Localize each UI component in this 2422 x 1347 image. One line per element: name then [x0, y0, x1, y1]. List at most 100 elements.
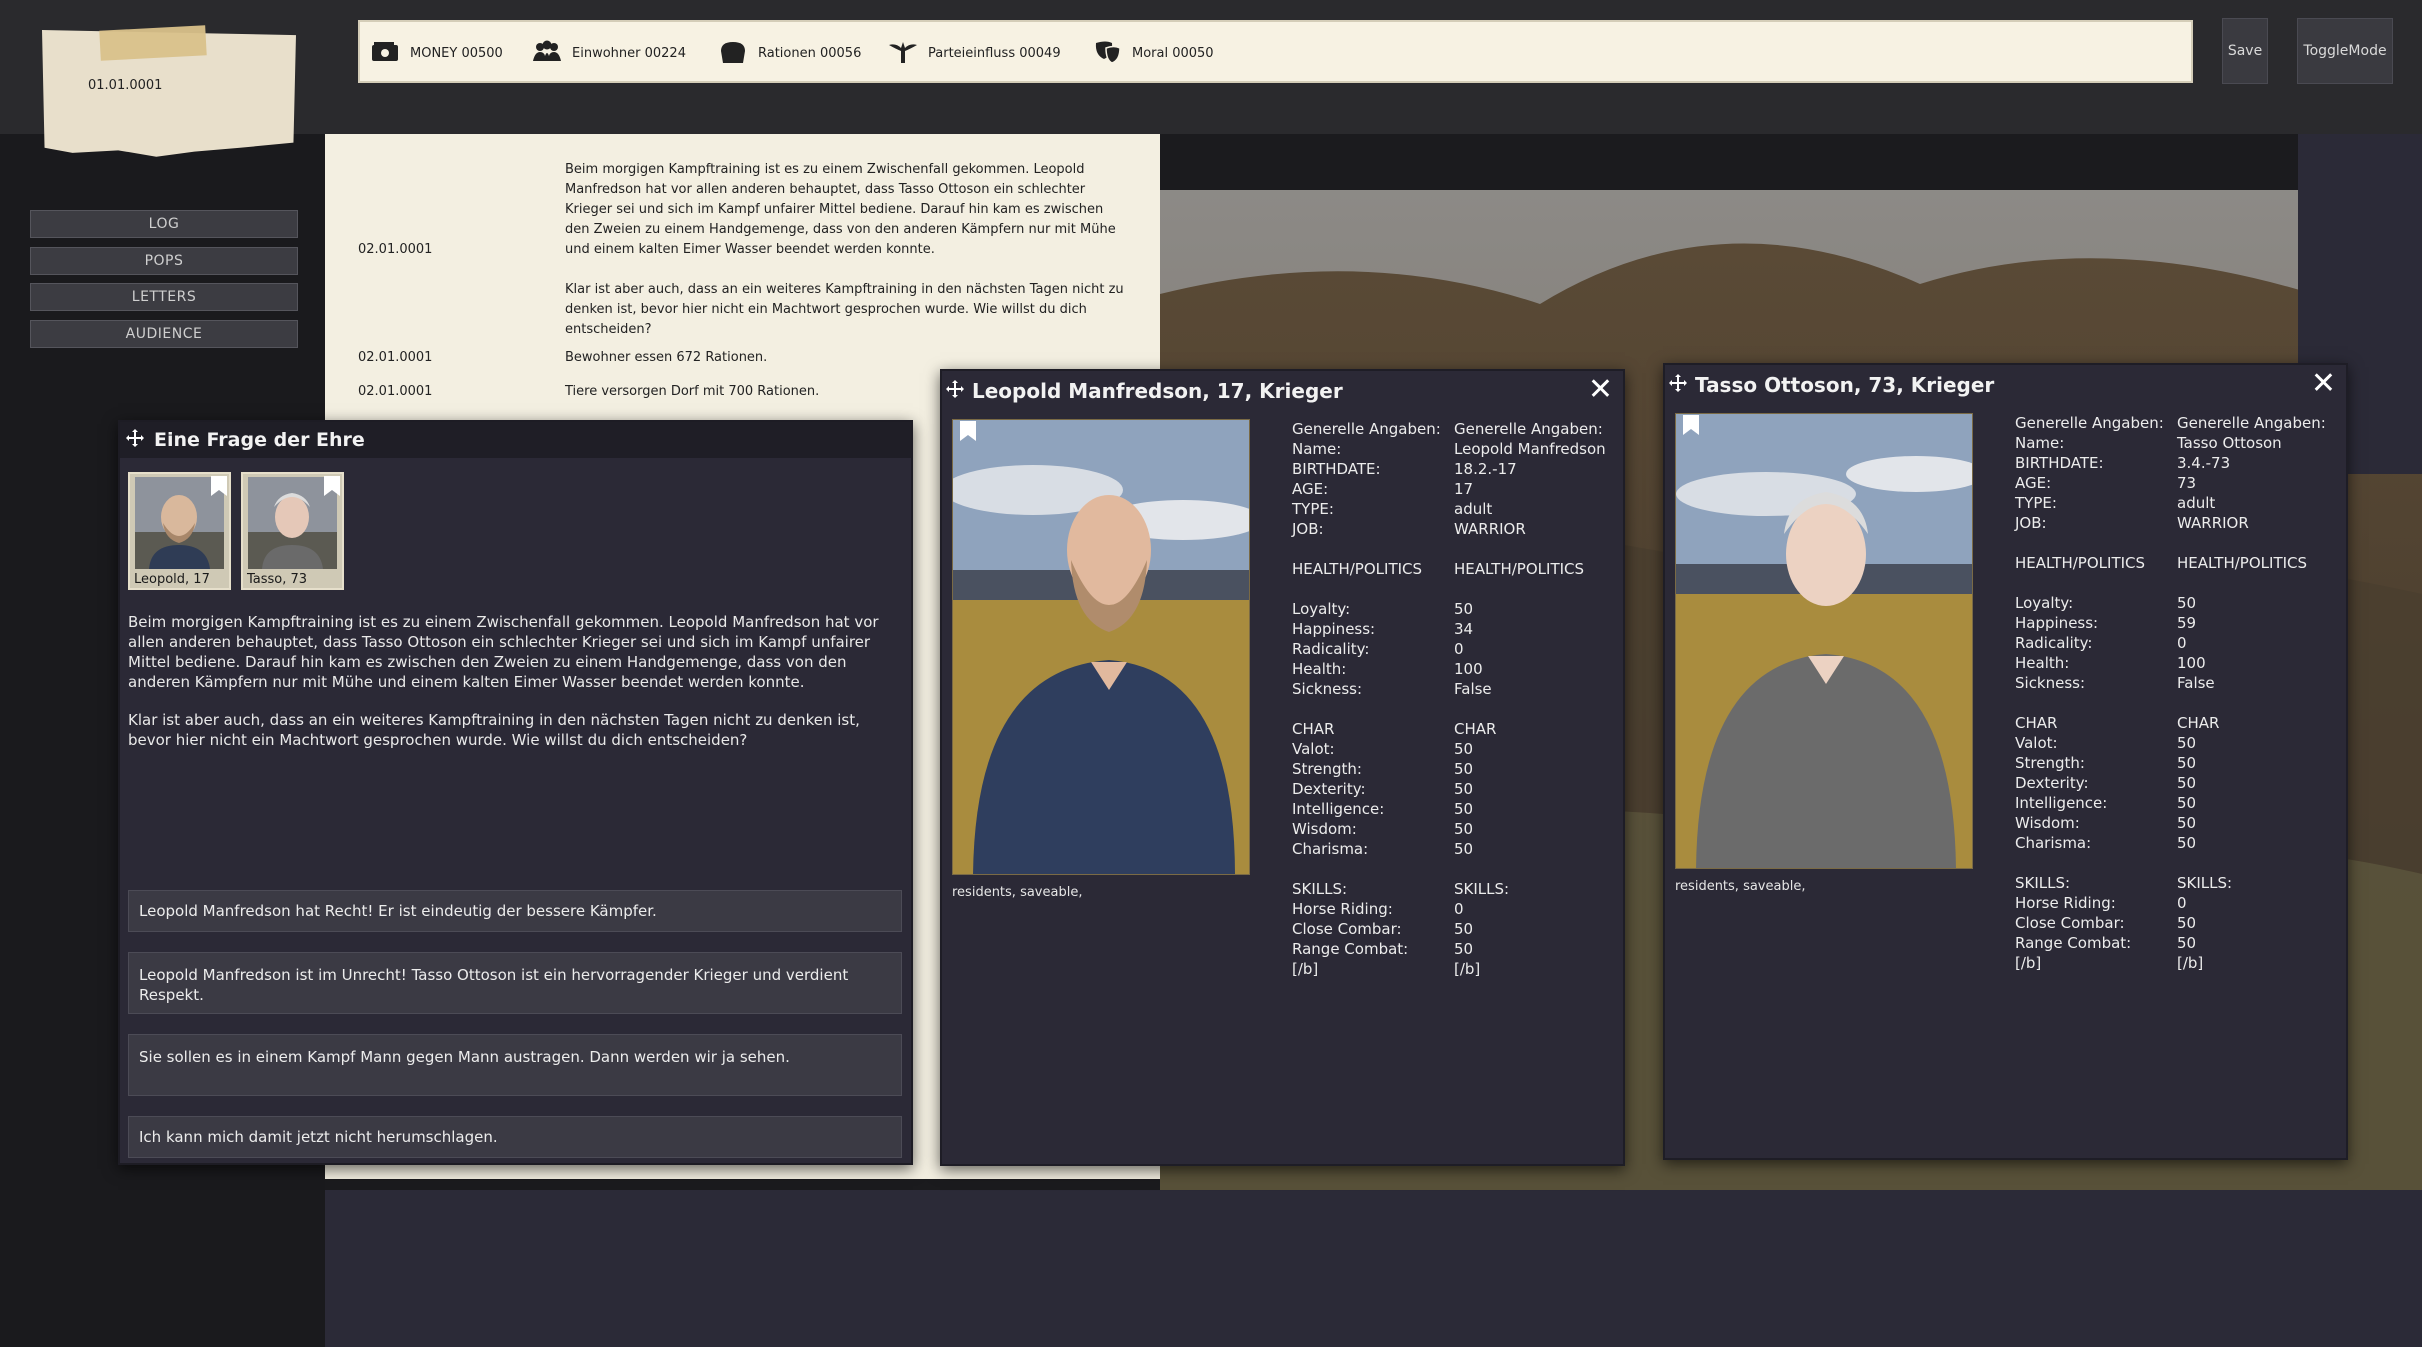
stat-value: [2177, 573, 2326, 593]
stat-label: Charisma:: [1292, 840, 1369, 858]
stat-label: Intelligence:: [1292, 800, 1385, 818]
character-title: Leopold Manfredson, 17, Krieger: [972, 379, 1343, 403]
stat-label: Loyalty:: [2015, 594, 2074, 612]
event-title: Eine Frage der Ehre: [154, 429, 365, 451]
stat-value: CHAR: [2177, 714, 2220, 732]
stat-label: Name:: [1292, 440, 1342, 458]
scene-top-strip: [1160, 134, 2422, 190]
stat-value: 50: [1454, 800, 1474, 818]
menu-audience-button[interactable]: AUDIENCE: [30, 320, 298, 348]
stat-label: AGE:: [1292, 480, 1329, 498]
moral-label: Moral 00050: [1132, 46, 1214, 61]
log-entry-text: Bewohner essen 672 Rationen.: [565, 350, 768, 365]
stat-label: Loyalty:: [1292, 600, 1351, 618]
event-text-paragraph: Klar ist aber auch, dass an ein weiteres…: [128, 711, 860, 749]
stat-label: Charisma:: [2015, 834, 2092, 852]
resource-moral: Moral 00050: [1092, 22, 1214, 85]
stat-value: [1454, 859, 1606, 879]
resource-parteieinfluss: Parteieinfluss 00049: [888, 22, 1061, 85]
stat-value: 18.2.-17: [1454, 460, 1517, 478]
menu-letters-button[interactable]: LETTERS: [30, 283, 298, 311]
stat-label: Close Combar:: [1292, 920, 1402, 938]
choice-button-2[interactable]: Leopold Manfredson ist im Unrecht! Tasso…: [128, 952, 902, 1014]
choice-button-1[interactable]: Leopold Manfredson hat Recht! Er ist ein…: [128, 890, 902, 932]
choice-button-4[interactable]: Ich kann mich damit jetzt nicht herumsch…: [128, 1116, 902, 1158]
log-entry-date: 02.01.0001: [358, 384, 433, 399]
stat-label: HEALTH/POLITICS: [2015, 554, 2146, 572]
stat-value: [/b]: [2177, 954, 2204, 972]
stat-label: BIRTHDATE:: [1292, 460, 1381, 478]
portrait-leopold[interactable]: Leopold, 17: [128, 472, 231, 590]
stat-value: 50: [1454, 740, 1474, 758]
stat-label: Dexterity:: [2015, 774, 2089, 792]
log-entry-date: 02.01.0001: [358, 242, 433, 257]
menu-log-button[interactable]: LOG: [30, 210, 298, 238]
stat-label: BIRTHDATE:: [2015, 454, 2104, 472]
stat-label: CHAR: [2015, 714, 2058, 732]
character-stat-labels: Generelle Angaben: Name: BIRTHDATE: AGE: TYP…: [1292, 419, 1441, 979]
stat-value: [/b]: [1454, 960, 1481, 978]
stat-value: 0: [2177, 634, 2187, 652]
character-card-header[interactable]: Tasso Ottoson, 73, Krieger: [1665, 365, 2346, 405]
stat-value: 50: [1454, 600, 1474, 618]
event-description: Beim morgigen Kampftraining ist es zu ei…: [128, 612, 903, 750]
stat-value: 50: [2177, 794, 2197, 812]
stat-value: SKILLS:: [2177, 874, 2233, 892]
stat-label: [1292, 699, 1441, 719]
save-button[interactable]: Save: [2222, 18, 2268, 84]
stat-value: 50: [1454, 920, 1474, 938]
character-card-header[interactable]: Leopold Manfredson, 17, Krieger: [942, 371, 1623, 411]
note-tape: [99, 25, 207, 61]
stat-label: [2015, 693, 2164, 713]
move-icon[interactable]: [126, 428, 144, 452]
stat-value: [1454, 579, 1606, 599]
stat-value: [1454, 539, 1606, 559]
choice-button-3[interactable]: Sie sollen es in einem Kampf Mann gegen …: [128, 1034, 902, 1096]
stat-value: [2177, 693, 2326, 713]
resource-money: MONEY 00500: [370, 22, 503, 85]
stat-value: [2177, 533, 2326, 553]
log-entry-text-continued: Klar ist aber auch, dass an ein weiteres…: [565, 282, 1124, 337]
stat-value: WARRIOR: [2177, 514, 2249, 532]
character-stat-values: Generelle Angaben: Leopold Manfredson 18.2…: [1454, 419, 1606, 979]
stat-value: 50: [1454, 820, 1474, 838]
stat-label: Generelle Angaben:: [1292, 420, 1441, 438]
stat-value: 0: [1454, 640, 1464, 658]
close-icon[interactable]: ✕: [2311, 369, 2336, 399]
portrait-image: [248, 477, 337, 569]
stat-value: 50: [1454, 840, 1474, 858]
stat-value: 3.4.-73: [2177, 454, 2231, 472]
stat-value: CHAR: [1454, 720, 1497, 738]
stat-label: Valot:: [2015, 734, 2058, 752]
move-icon[interactable]: [1669, 373, 1687, 397]
stat-value: 50: [2177, 754, 2197, 772]
stat-value: Generelle Angaben:: [1454, 420, 1603, 438]
menu-pops-button[interactable]: POPS: [30, 247, 298, 275]
stat-value: adult: [1454, 500, 1493, 518]
eagle-icon: [888, 39, 918, 69]
portrait-image: [135, 477, 224, 569]
move-icon[interactable]: [946, 379, 964, 403]
event-text-paragraph: Beim morgigen Kampftraining ist es zu ei…: [128, 613, 879, 691]
portrait-tasso[interactable]: Tasso, 73: [241, 472, 344, 590]
people-icon: [532, 39, 562, 69]
stat-value: 17: [1454, 480, 1474, 498]
stat-value: Leopold Manfredson: [1454, 440, 1606, 458]
stat-label: Happiness:: [1292, 620, 1376, 638]
character-title: Tasso Ottoson, 73, Krieger: [1695, 373, 1995, 397]
stat-label: [2015, 573, 2164, 593]
stat-label: Sickness:: [2015, 674, 2086, 692]
toggle-mode-button[interactable]: ToggleMode: [2297, 18, 2393, 84]
stat-label: [2015, 853, 2164, 873]
event-dialog-header[interactable]: Eine Frage der Ehre: [120, 422, 911, 458]
stat-label: Horse Riding:: [2015, 894, 2116, 912]
stat-label: Intelligence:: [2015, 794, 2108, 812]
stat-value: WARRIOR: [1454, 520, 1526, 538]
stat-label: Wisdom:: [1292, 820, 1357, 838]
stat-value: 50: [1454, 760, 1474, 778]
stat-label: SKILLS:: [2015, 874, 2071, 892]
close-icon[interactable]: ✕: [1588, 375, 1613, 405]
stat-label: AGE:: [2015, 474, 2052, 492]
character-stat-labels: Generelle Angaben: Name: BIRTHDATE: AGE: TYP…: [2015, 413, 2164, 973]
stat-value: adult: [2177, 494, 2216, 512]
